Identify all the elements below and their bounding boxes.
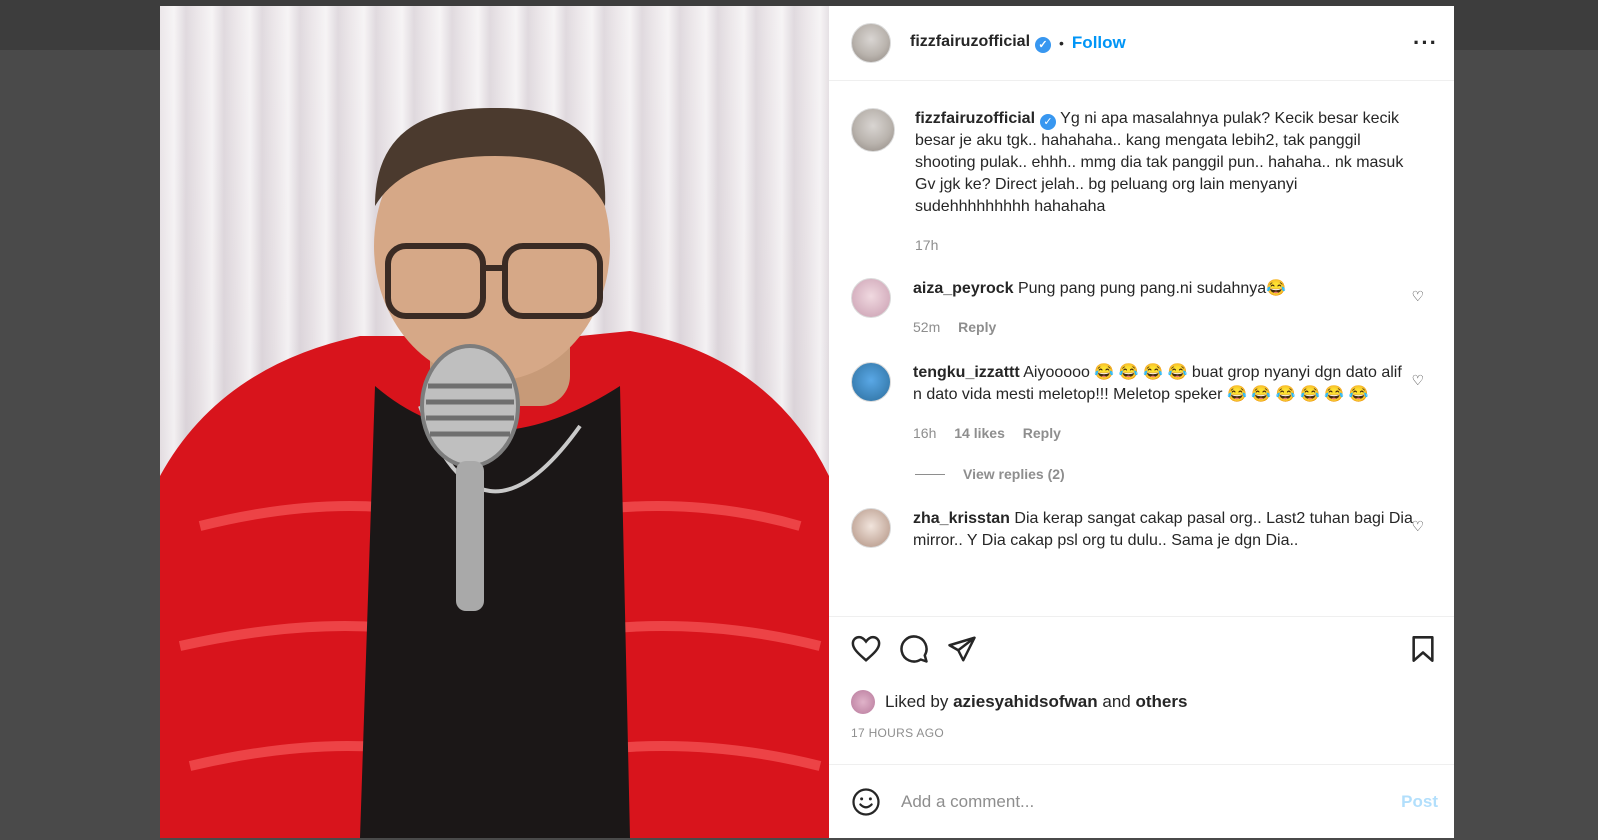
like-comment-heart-icon[interactable]: ♡ — [1411, 372, 1424, 389]
post-header: fizzfairuzofficial ✓ • Follow ··· — [829, 6, 1454, 81]
caption-line-2: Gv jgk ke? Direct jelah.. bg peluang org… — [915, 176, 1298, 215]
replies-line — [915, 473, 945, 475]
liked-by-prefix: Liked by — [885, 692, 949, 711]
caption-time[interactable]: 17h — [915, 237, 938, 253]
add-comment-bar: Post — [829, 764, 1454, 838]
author-username[interactable]: fizzfairuzofficial ✓ — [910, 33, 1052, 53]
likes-summary: Liked by aziesyahidsofwan and others — [851, 690, 1438, 714]
liker-username[interactable]: aziesyahidsofwan — [953, 692, 1098, 712]
reply-button[interactable]: Reply — [958, 319, 996, 335]
like-heart-icon[interactable] — [851, 634, 881, 664]
comment-username[interactable]: aiza_peyrock — [913, 280, 1014, 297]
comment-time[interactable]: 16h — [913, 425, 936, 441]
comments-list[interactable]: fizzfairuzofficial ✓ Yg ni apa masalahnya… — [829, 82, 1454, 616]
post-actions: Liked by aziesyahidsofwan and others 17 … — [829, 616, 1454, 764]
commenter-avatar[interactable] — [851, 278, 891, 318]
liked-others-link[interactable]: others — [1135, 692, 1187, 712]
post-video[interactable] — [160, 6, 829, 838]
share-paper-plane-icon[interactable] — [947, 634, 977, 664]
liker-avatar[interactable] — [851, 690, 875, 714]
comment-username[interactable]: tengku_izzattt — [913, 364, 1020, 381]
view-replies-label: View replies (2) — [963, 466, 1065, 482]
commenter-avatar[interactable] — [851, 508, 891, 548]
liked-and: and — [1102, 692, 1131, 711]
post-comment-button[interactable]: Post — [1401, 792, 1438, 812]
separator-dot: • — [1059, 35, 1064, 51]
comment-item: zha_krisstan Dia kerap sangat cakap pasa… — [851, 508, 1438, 552]
comment-item: tengku_izzattt Aiyooooo 😂 😂 😂 😂 buat gro… — [851, 362, 1438, 444]
author-avatar[interactable] — [851, 23, 891, 63]
verified-badge-icon: ✓ — [1035, 37, 1052, 53]
more-options-icon[interactable]: ··· — [1413, 30, 1438, 56]
emoji-picker-icon[interactable] — [851, 787, 881, 817]
comment-text: Pung pang pung pang.ni sudahnya😂 — [1017, 280, 1287, 297]
add-comment-input[interactable] — [901, 791, 1402, 812]
caption: fizzfairuzofficial ✓ Yg ni apa masalahnya… — [851, 108, 1438, 256]
comment-likes[interactable]: 14 likes — [954, 425, 1005, 441]
like-comment-heart-icon[interactable]: ♡ — [1411, 518, 1424, 535]
comment-meta: 52m Reply — [913, 316, 1413, 338]
post-timestamp[interactable]: 17 HOURS AGO — [851, 726, 1438, 740]
singer-illustration — [160, 107, 829, 838]
view-replies-button[interactable]: View replies (2) — [915, 466, 1438, 482]
commenter-avatar[interactable] — [851, 362, 891, 402]
post-modal: fizzfairuzofficial ✓ • Follow ··· fizzfai… — [160, 6, 1454, 838]
verified-badge-icon: ✓ — [1040, 114, 1057, 130]
caption-text: fizzfairuzofficial ✓ Yg ni apa masalahnya… — [915, 108, 1415, 218]
caption-author-avatar[interactable] — [851, 108, 895, 152]
bookmark-save-icon[interactable] — [1408, 634, 1438, 664]
caption-username[interactable]: fizzfairuzofficial — [915, 110, 1035, 127]
comment-bubble-icon[interactable] — [899, 634, 929, 664]
comment-item: aiza_peyrock Pung pang pung pang.ni suda… — [851, 278, 1438, 338]
caption-meta: 17h — [915, 234, 1415, 256]
comment-meta: 16h 14 likes Reply — [913, 422, 1413, 444]
follow-button[interactable]: Follow — [1072, 33, 1126, 53]
post-side-panel: fizzfairuzofficial ✓ • Follow ··· fizzfai… — [829, 6, 1454, 838]
like-comment-heart-icon[interactable]: ♡ — [1411, 288, 1424, 305]
comment-time[interactable]: 52m — [913, 319, 940, 335]
comment-username[interactable]: zha_krisstan — [913, 510, 1010, 527]
reply-button[interactable]: Reply — [1023, 425, 1061, 441]
